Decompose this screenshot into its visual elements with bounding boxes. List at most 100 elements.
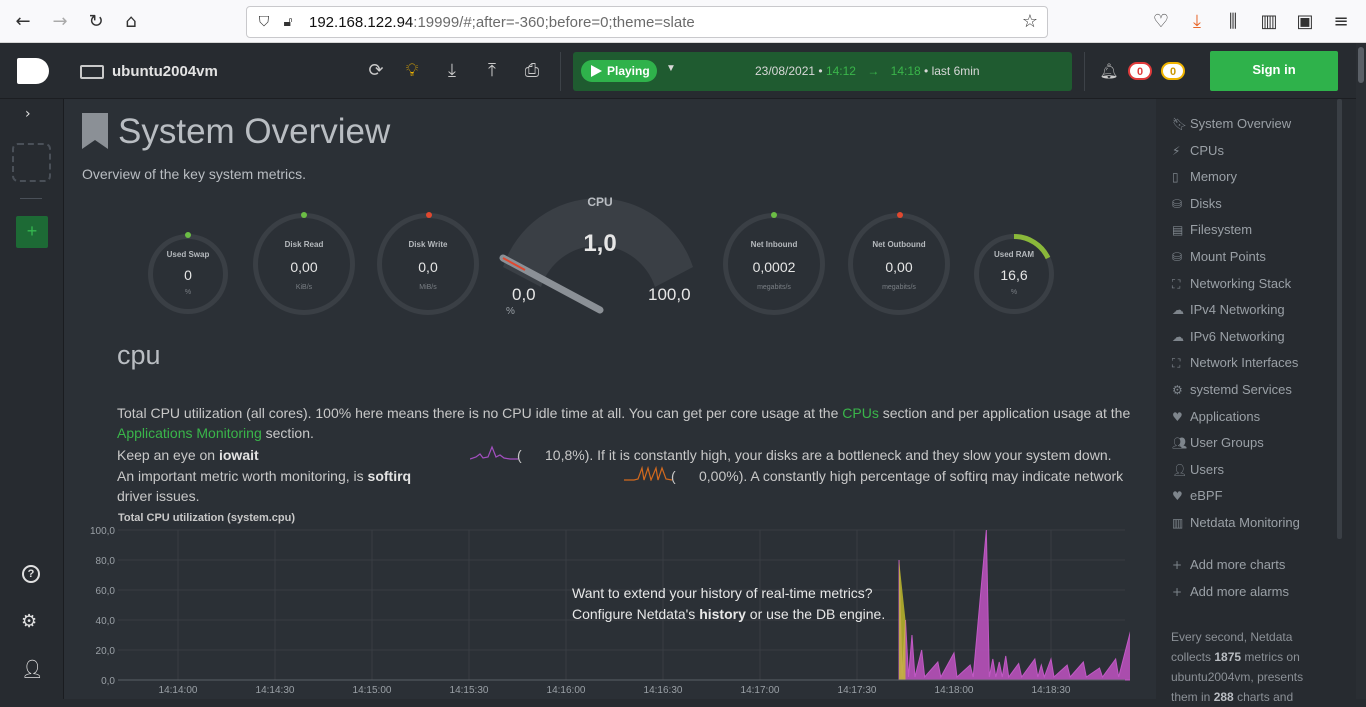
nav-item-ipv4-networking[interactable]: ☁︎ IPv4 Networking (1172, 300, 1285, 320)
bolt-icon: ⚡︎ (1172, 143, 1181, 158)
nav-item-ipv6-networking[interactable]: ☁︎ IPv6 Networking (1172, 327, 1285, 347)
time-range[interactable]: 23/08/2021 • 14:12 → 14:18 • last 6min (755, 64, 980, 78)
db-engine-link[interactable]: DB engine (816, 606, 881, 622)
y-tick-label: 100,0 (90, 526, 115, 537)
nav-scrollbar[interactable] (1337, 99, 1342, 539)
cpu-gauge[interactable]: CPU 1,0 0,0 100,0 % (495, 192, 705, 322)
nav-item-label: IPv6 Networking (1190, 328, 1285, 344)
nav-item-network-interfaces[interactable]: ⛶ Network Interfaces (1172, 353, 1298, 373)
sign-in-button[interactable]: Sign in (1210, 51, 1338, 91)
print-icon[interactable]: ⎙ (521, 60, 543, 82)
user-icon[interactable]: 👤︎ (21, 659, 44, 680)
footer-2-post: metrics on (1244, 650, 1300, 664)
play-button[interactable]: Playing (581, 60, 657, 82)
users-icon: 👥︎ (1172, 436, 1188, 451)
import-icon[interactable]: ⤓ (441, 60, 463, 82)
disk-icon: ⛁ (1172, 196, 1183, 211)
nav-item-users[interactable]: 👤︎ Users (1172, 460, 1224, 480)
hostname[interactable]: ubuntu2004vm (112, 63, 218, 80)
netdata-logo[interactable] (17, 58, 49, 84)
gauge-value: 0,0 (418, 259, 438, 275)
critical-alarms-badge[interactable]: 0 (1128, 62, 1152, 80)
space-placeholder[interactable] (12, 143, 51, 182)
shield-icon[interactable]: ⛉ (253, 11, 275, 33)
nav-item-label: Memory (1190, 169, 1237, 185)
gauge-unit: megabits/s (757, 284, 791, 291)
forward-icon[interactable]: → (49, 11, 71, 33)
url-bar[interactable]: ⛉ 🔓︎ 192.168.122.94:19999/#;after=-360;b… (246, 6, 1048, 38)
nav-item-memory[interactable]: ▯ Memory (1172, 167, 1237, 187)
menu-icon[interactable]: ≡ (1330, 11, 1352, 33)
expand-chevron-icon[interactable]: › (25, 106, 31, 122)
help-icon[interactable]: ? (22, 565, 40, 583)
chevron-down-icon[interactable]: ▼ (666, 63, 676, 74)
softirq-value-text: ( 0,00%). A constantly high percentage o… (671, 468, 1124, 484)
overlay-line-2: Configure Netdata's history or use the D… (572, 604, 885, 625)
net-inbound-gauge[interactable]: Net Inbound 0,0002 megabits/s (723, 213, 825, 315)
gauge-title: Disk Write (408, 240, 448, 249)
add-more-alarms[interactable]: + Add more alarms (1172, 582, 1289, 602)
url-text[interactable]: 192.168.122.94:19999/#;after=-360;before… (309, 14, 695, 31)
softirq-value: 0,00% (699, 468, 739, 484)
bookmark-star-icon[interactable]: ☆ (1019, 11, 1041, 33)
sidebar-icon[interactable]: ▥ (1258, 11, 1280, 33)
left-sidebar: › + ? ⚙ 👤︎ (0, 99, 64, 699)
used-swap-gauge[interactable]: Used Swap 0 % (148, 234, 228, 314)
nav-item-filesystem[interactable]: ▤ Filesystem (1172, 220, 1252, 240)
gauge-unit: % (184, 289, 192, 296)
add-space-button[interactable]: + (16, 216, 48, 248)
network-icon: ⛶ (1172, 276, 1181, 291)
cpu-description-line2: Applications Monitoring section. (117, 425, 314, 441)
back-icon[interactable]: ← (12, 11, 34, 33)
home-icon[interactable]: ⌂ (120, 11, 142, 33)
add-more-charts[interactable]: + Add more charts (1172, 555, 1285, 575)
reload-icon[interactable]: ↻ (85, 11, 107, 33)
nav-item-networking-stack[interactable]: ⛶ Networking Stack (1172, 274, 1291, 294)
nav-item-user-groups[interactable]: 👥︎ User Groups (1172, 433, 1264, 453)
insecure-lock-icon[interactable]: 🔓︎ (277, 11, 299, 33)
settings-gear-icon[interactable]: ⚙ (21, 611, 37, 632)
screenshot-icon[interactable]: ▣ (1294, 11, 1316, 33)
url-host: 192.168.122.94 (309, 14, 414, 31)
time-control-bar[interactable]: Playing ▼ 23/08/2021 • 14:12 → 14:18 • l… (573, 52, 1072, 91)
disk-read-gauge[interactable]: Disk Read 0,00 KiB/s (253, 213, 355, 315)
nav-item-label: Mount Points (1190, 249, 1266, 264)
nav-item-label: systemd Services (1190, 382, 1292, 397)
server-icon (80, 65, 104, 79)
time-from: 14:12 (825, 64, 856, 78)
gauge-unit: MiB/s (419, 284, 437, 291)
warning-alarms-badge[interactable]: 0 (1161, 62, 1185, 80)
iowait-value-text: ( 10,8%). If it is constantly high, your… (517, 447, 1112, 463)
cpus-link[interactable]: CPUs (842, 405, 879, 421)
nav-item-disks[interactable]: ⛁ Disks (1172, 194, 1222, 214)
softirq-key: softirq (367, 468, 412, 484)
sync-icon[interactable]: ⟳ (365, 60, 387, 82)
plus-icon: + (1172, 585, 1183, 599)
net-outbound-gauge[interactable]: Net Outbound 0,00 megabits/s (848, 213, 950, 315)
library-icon[interactable]: ⫼ (1222, 11, 1244, 33)
footer-line-2: collects 1875 metrics on (1171, 647, 1303, 667)
applications-link[interactable]: Applications Monitoring (117, 425, 262, 441)
nav-item-cpus[interactable]: ⚡︎ CPUs (1172, 141, 1224, 161)
page-scrollbar[interactable] (1356, 43, 1366, 699)
bell-icon[interactable]: 🔔︎ (1098, 60, 1120, 82)
plus-icon: + (1172, 558, 1183, 572)
footer-4-pre: them in (1171, 690, 1211, 704)
scrollbar-thumb[interactable] (1358, 47, 1364, 83)
lightbulb-icon[interactable]: 💡︎ (401, 60, 423, 82)
export-icon[interactable]: ⤒ (481, 60, 503, 82)
history-link[interactable]: history (699, 606, 746, 622)
desc-text-1: Total CPU utilization (all cores). 100% … (117, 405, 839, 421)
pocket-icon[interactable]: ♡ (1150, 11, 1172, 33)
download-icon[interactable]: ⤓ (1186, 11, 1208, 33)
nav-item-systemd-services[interactable]: ⚙ systemd Services (1172, 380, 1292, 400)
nav-item-applications[interactable]: ♥ Applications (1172, 407, 1260, 427)
y-tick-label: 60,0 (96, 586, 116, 597)
gauge-value: 0,0002 (752, 259, 796, 275)
nav-item-mount-points[interactable]: ⛁ Mount Points (1172, 247, 1266, 267)
nav-item-ebpf[interactable]: ♥ eBPF (1172, 486, 1223, 506)
nav-item-system-overview[interactable]: 🔖︎ System Overview (1172, 114, 1291, 134)
iowait-value: 10,8% (545, 447, 585, 463)
disk-write-gauge[interactable]: Disk Write 0,0 MiB/s (377, 213, 479, 315)
nav-item-netdata-monitoring[interactable]: ▥ Netdata Monitoring (1172, 513, 1300, 533)
